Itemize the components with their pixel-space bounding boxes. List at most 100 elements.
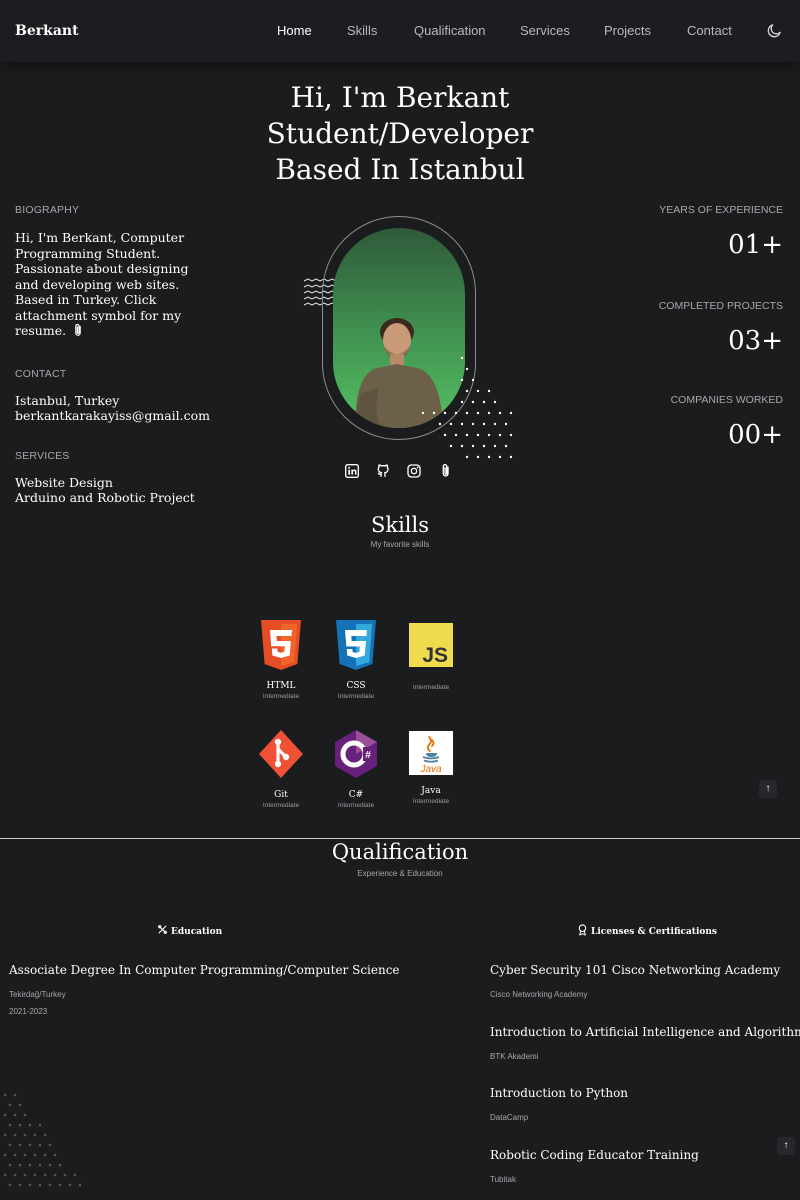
nav-projects[interactable]: Projects <box>604 23 651 38</box>
paperclip-icon[interactable] <box>72 323 84 337</box>
decor-dot <box>18 1163 22 1167</box>
decor-dot <box>3 1113 7 1117</box>
instagram-icon[interactable] <box>406 463 422 479</box>
decor-dot <box>465 367 469 371</box>
decor-dot <box>28 1143 32 1147</box>
decor-dot <box>504 422 508 426</box>
service-item: Website Design <box>15 474 113 490</box>
contact-label: CONTACT <box>15 367 67 380</box>
skills-subtitle: My favorite skills <box>370 540 430 549</box>
stat-value: 03+ <box>728 326 783 356</box>
education-date: 2021-2023 <box>9 1007 48 1016</box>
contact-info: Istanbul, Turkey berkantkarakayiss@gmail… <box>15 393 215 424</box>
decor-dot <box>498 455 502 459</box>
tab-education[interactable]: Education <box>157 924 222 937</box>
html5-icon <box>261 620 301 670</box>
license-title: Introduction to Artificial Intelligence … <box>490 1025 800 1039</box>
decor-dot <box>3 1093 7 1097</box>
stat-label: COMPANIES WORKED <box>670 394 783 406</box>
java-icon: Java <box>409 731 453 775</box>
decor-dot <box>13 1173 17 1177</box>
git-icon <box>259 730 303 778</box>
skill-name: CSS <box>346 681 366 691</box>
decor-dot <box>8 1183 12 1187</box>
skill-level: Intermediate <box>262 802 300 809</box>
svg-text:Java: Java <box>419 764 442 775</box>
hero-title: Hi, I'm Berkant Student/Developer Based … <box>0 80 800 188</box>
decor-dot <box>23 1173 27 1177</box>
site-logo[interactable]: Berkant <box>15 23 79 39</box>
decor-dot <box>53 1153 57 1157</box>
decor-dot <box>476 433 480 437</box>
qualification-title: Qualification <box>331 840 469 864</box>
decor-dot <box>13 1133 17 1137</box>
nav-skills[interactable]: Skills <box>347 23 377 38</box>
decor-dot <box>482 400 486 404</box>
decor-dot <box>465 433 469 437</box>
license-title: Introduction to Python <box>490 1086 629 1100</box>
scroll-top-button[interactable]: ↑ <box>777 1137 795 1155</box>
decor-dot <box>509 411 513 415</box>
stat-value: 00+ <box>728 420 783 450</box>
decor-dot <box>23 1113 27 1117</box>
hero-stats: YEARS OF EXPERIENCE 01+ COMPLETED PROJEC… <box>563 204 783 450</box>
skill-level: Intermediate <box>337 802 375 809</box>
decor-dot <box>18 1123 22 1127</box>
decor-dot <box>68 1183 72 1187</box>
decor-dot <box>449 422 453 426</box>
decor-dot <box>460 444 464 448</box>
decor-dot <box>38 1163 42 1167</box>
decor-dot <box>33 1133 37 1137</box>
dots-decoration <box>421 356 513 459</box>
nav-services[interactable]: Services <box>520 23 570 38</box>
license-issuer: BTK Akademi <box>490 1052 539 1061</box>
decor-dot <box>48 1163 52 1167</box>
nav-home[interactable]: Home <box>277 23 312 38</box>
nav-qualification[interactable]: Qualification <box>414 23 486 38</box>
hero-title-line: Hi, I'm Berkant <box>290 81 510 114</box>
license-issuer: Tubitak <box>490 1175 516 1184</box>
skill-javascript: JS Intermediate <box>396 623 466 691</box>
decor-dot <box>13 1153 17 1157</box>
license-issuer: DataCamp <box>490 1113 529 1122</box>
contact-location: Istanbul, Turkey <box>15 392 120 408</box>
skill-git: Git Intermediate <box>246 729 316 809</box>
decor-dot <box>493 422 497 426</box>
decor-dot <box>454 411 458 415</box>
decor-dot <box>58 1183 62 1187</box>
tab-licenses[interactable]: Licenses & Certifications <box>577 924 717 937</box>
skill-css: CSS Intermediate <box>321 620 391 700</box>
stat-years: YEARS OF EXPERIENCE 01+ <box>563 204 783 260</box>
skill-name: Git <box>274 790 288 800</box>
skill-level: Intermediate <box>337 693 375 700</box>
csharp-icon: # <box>335 730 377 778</box>
service-item: Arduino and Robotic Project <box>15 490 195 505</box>
decor-dot <box>28 1183 32 1187</box>
arrow-up-icon: ↑ <box>783 1140 789 1151</box>
decor-dot <box>460 422 464 426</box>
hero-title-line: Based In Istanbul <box>275 153 525 186</box>
contact-email[interactable]: berkantkarakayiss@gmail.com <box>15 408 215 424</box>
decor-dot <box>3 1153 7 1157</box>
decor-dot <box>53 1173 57 1177</box>
tab-education-label: Education <box>171 927 223 937</box>
decor-dot <box>482 444 486 448</box>
decor-dot <box>78 1183 82 1187</box>
moon-icon[interactable] <box>766 22 783 39</box>
github-icon[interactable] <box>375 463 391 479</box>
decor-dot <box>18 1103 22 1107</box>
decor-dot <box>38 1143 42 1147</box>
biography-body: Hi, I'm Berkant, Computer Programming St… <box>15 230 189 338</box>
decor-dot <box>482 422 486 426</box>
paperclip-icon[interactable] <box>438 463 454 479</box>
decor-dot <box>18 1183 22 1187</box>
skill-name: Java <box>421 786 441 796</box>
nav-contact[interactable]: Contact <box>687 23 732 38</box>
linkedin-icon[interactable] <box>344 463 360 479</box>
decor-dot <box>471 422 475 426</box>
stat-label: YEARS OF EXPERIENCE <box>659 204 783 216</box>
scroll-top-button[interactable]: ↑ <box>759 780 777 798</box>
stat-label: COMPLETED PROJECTS <box>658 300 783 312</box>
dots-decoration-bottom <box>3 1093 82 1187</box>
hero-title-line: Student/Developer <box>266 117 534 150</box>
